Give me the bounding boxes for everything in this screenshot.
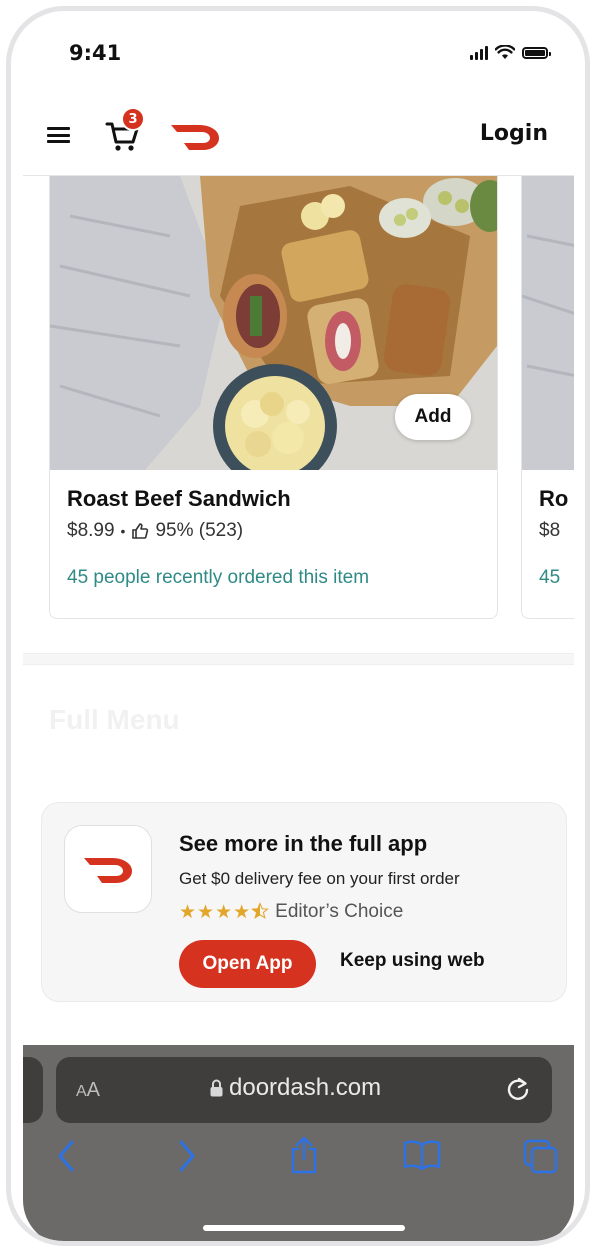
reader-settings-button[interactable]: AA: [76, 1079, 100, 1102]
food-photo-next: [522, 176, 574, 470]
hamburger-menu-icon[interactable]: [47, 127, 70, 143]
half-star-icon: [251, 902, 269, 919]
cart-count-badge: 3: [121, 107, 145, 131]
menu-item-card[interactable]: Add Roast Beef Sandwich $8.99 • 95% (523…: [49, 176, 498, 619]
star-rating-icon: ★★★★: [179, 901, 269, 923]
url-text: doordash.com: [229, 1074, 382, 1101]
address-bar[interactable]: AA doordash.com: [56, 1057, 552, 1123]
tabs-icon[interactable]: [523, 1139, 559, 1175]
doordash-logo-icon: [84, 858, 132, 883]
recent-orders-note-next: 45: [539, 567, 561, 588]
browser-toolbar: AA doordash.com: [23, 1045, 574, 1241]
item-price-next: $8: [539, 520, 561, 541]
status-icons: [470, 45, 551, 60]
share-icon[interactable]: [289, 1135, 319, 1175]
forward-icon[interactable]: [177, 1139, 197, 1173]
recent-orders-note: 45 people recently ordered this item: [67, 567, 370, 588]
bookmarks-icon[interactable]: [403, 1139, 441, 1171]
address-text[interactable]: doordash.com: [210, 1074, 381, 1102]
status-time: 9:41: [69, 41, 122, 65]
app-download-banner: See more in the full app Get $0 delivery…: [41, 802, 567, 1002]
reload-icon[interactable]: [504, 1075, 532, 1105]
keep-using-web-button[interactable]: Keep using web: [340, 950, 485, 972]
doordash-app-icon: [64, 825, 152, 913]
screen: 9:41 3 Login Add Roast Beef Sandwich $8.…: [23, 21, 574, 1241]
cellular-signal-icon: [470, 45, 488, 60]
editors-choice-label: Editor’s Choice: [275, 901, 404, 922]
banner-subtitle: Get $0 delivery fee on your first order: [179, 869, 460, 888]
food-photo: Add: [50, 176, 497, 470]
previous-tab-stub[interactable]: [23, 1057, 43, 1123]
full-menu-heading: Full Menu: [49, 704, 180, 735]
item-price: $8.99: [67, 520, 115, 541]
app-rating: ★★★★ Editor’s Choice: [179, 901, 403, 923]
item-title-next: Ro: [539, 486, 569, 511]
phone-frame: 9:41 3 Login Add Roast Beef Sandwich $8.…: [6, 6, 590, 1246]
doordash-logo[interactable]: [169, 121, 221, 151]
full-stars: ★★★★: [179, 901, 252, 923]
item-meta: $8.99 • 95% (523): [67, 520, 243, 542]
wifi-icon: [495, 45, 515, 59]
site-header: 3 Login: [23, 93, 574, 176]
back-icon[interactable]: [56, 1139, 76, 1173]
open-app-button[interactable]: Open App: [179, 940, 316, 988]
thumbs-up-icon: [132, 523, 149, 539]
item-rating: 95% (523): [155, 520, 244, 541]
battery-icon: [522, 46, 551, 59]
meta-separator: •: [120, 523, 126, 539]
banner-title: See more in the full app: [179, 831, 428, 856]
section-divider: [23, 653, 574, 665]
add-to-cart-button[interactable]: Add: [395, 394, 471, 440]
lock-icon: [210, 1079, 223, 1097]
item-title: Roast Beef Sandwich: [67, 486, 291, 511]
navigation-toolbar: [23, 1136, 574, 1189]
home-indicator: [203, 1225, 405, 1231]
login-link[interactable]: Login: [480, 121, 548, 146]
menu-item-card-next[interactable]: Ro $8 45: [521, 176, 574, 619]
